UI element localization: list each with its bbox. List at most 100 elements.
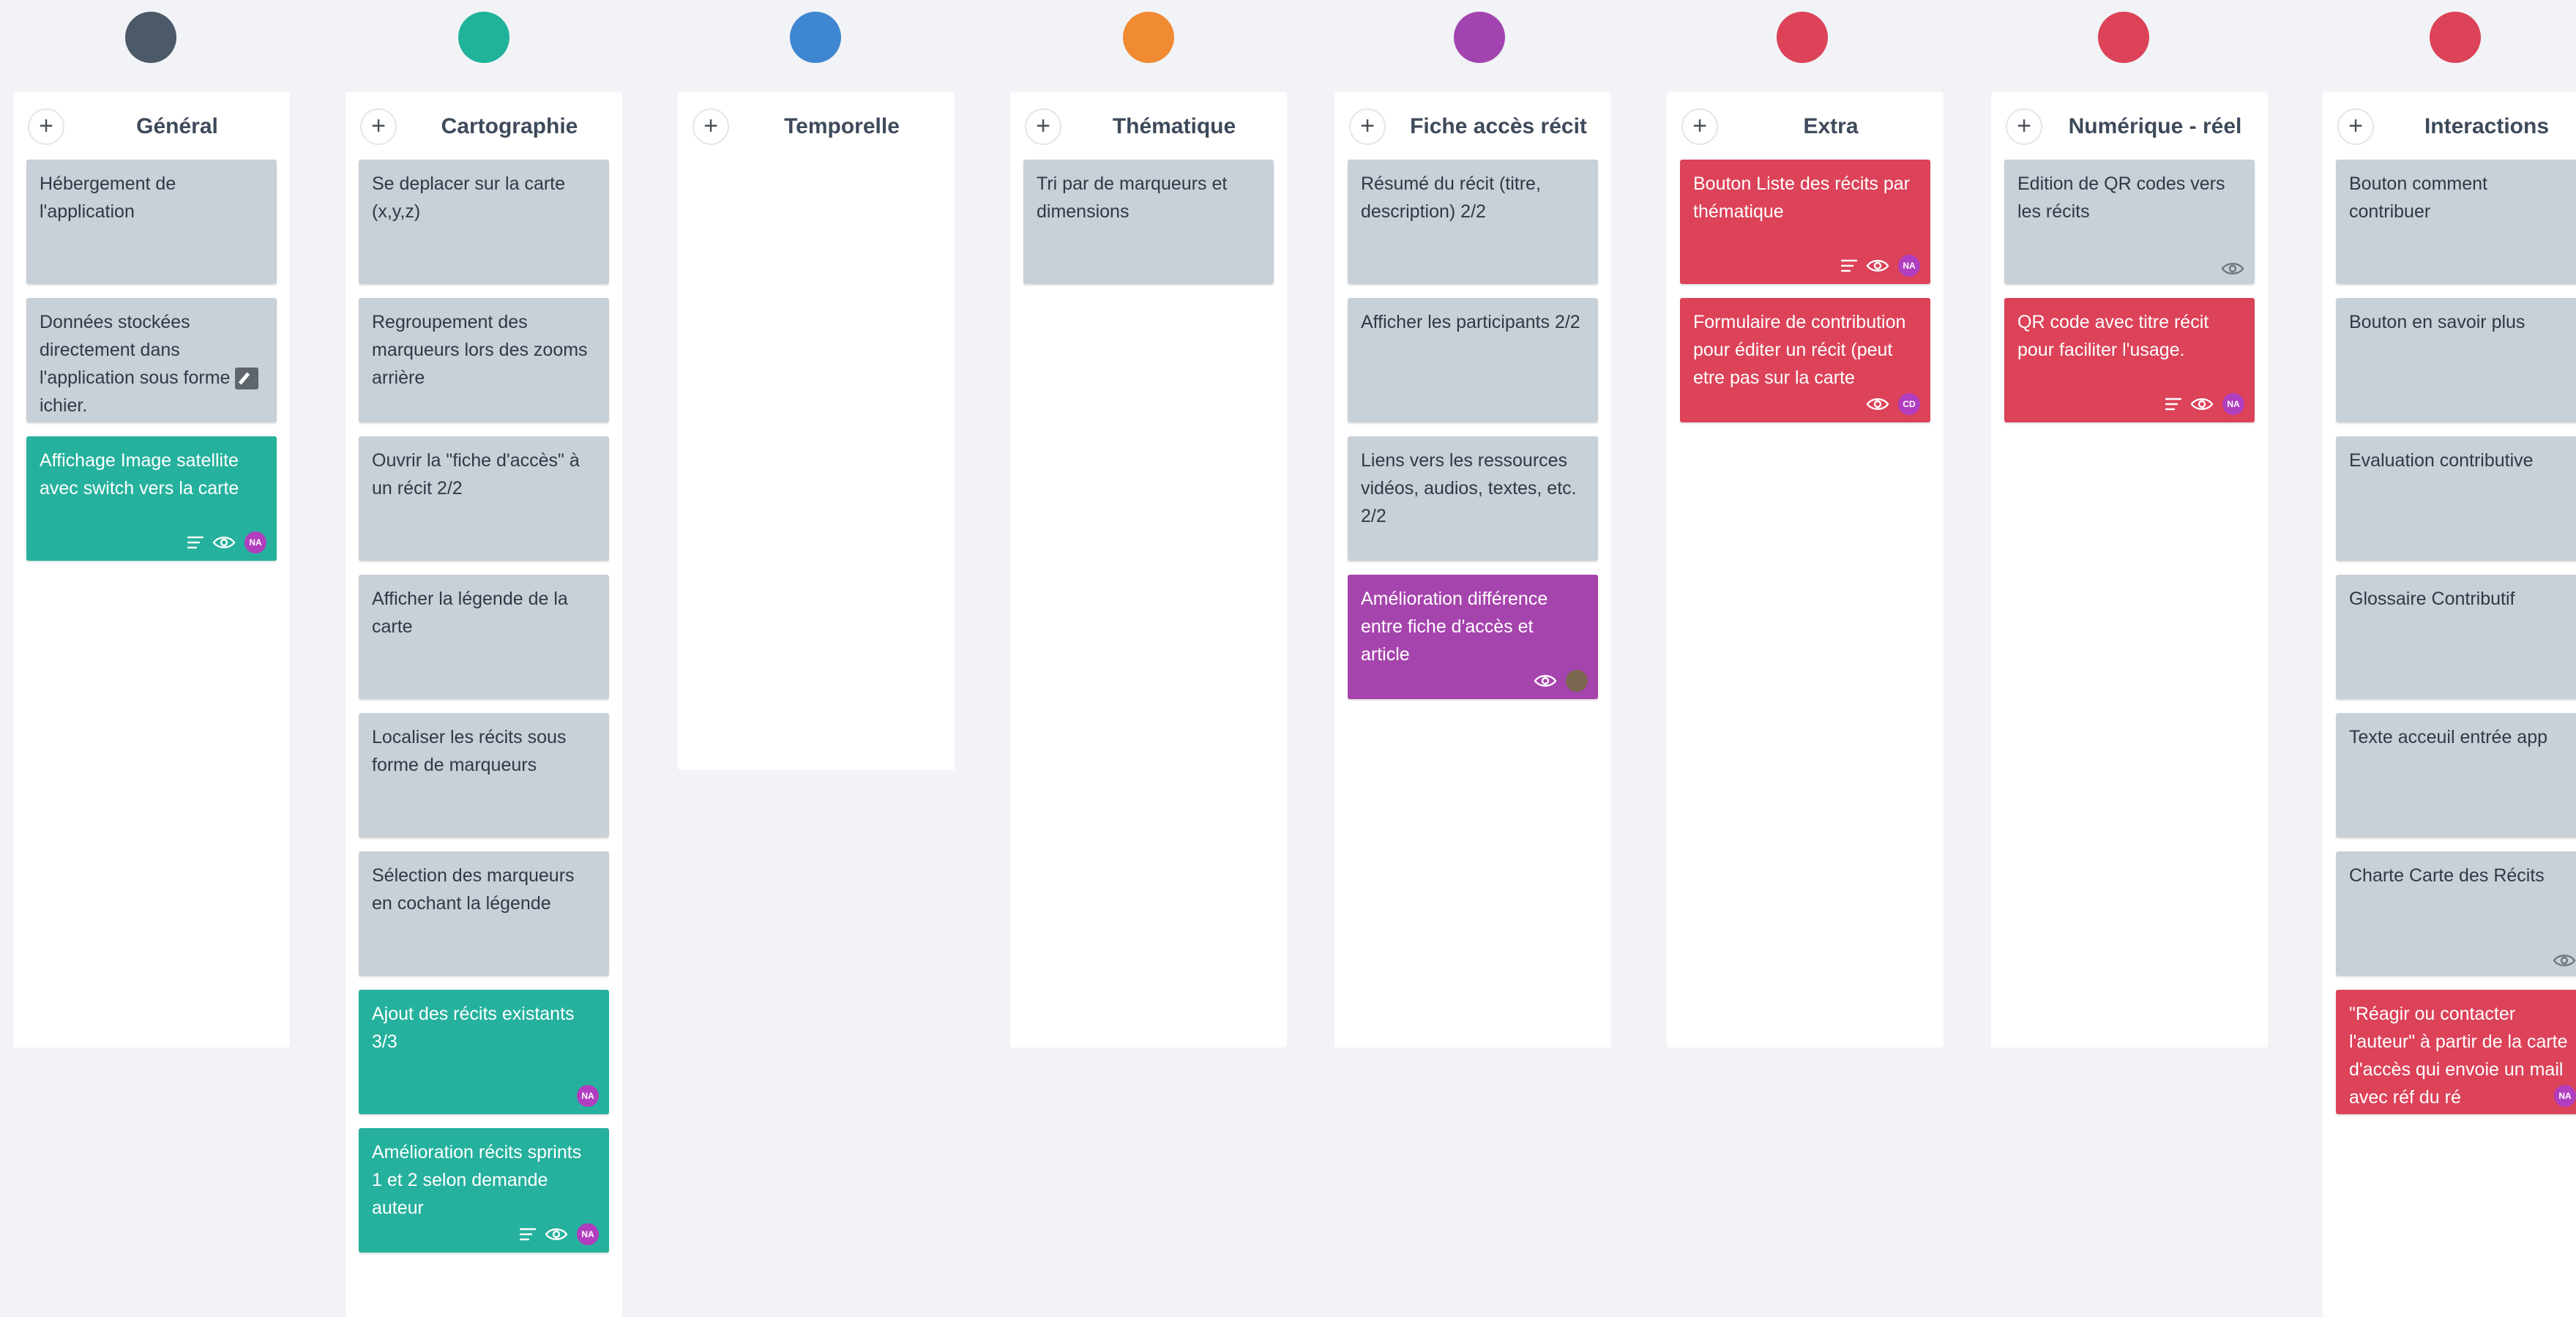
column-color-dot: [1454, 12, 1505, 63]
card[interactable]: Localiser les récits sous forme de marqu…: [359, 713, 609, 837]
column: + Interactions Bouton comment contribuer Bo…: [2323, 92, 2576, 1317]
card-title: Formulaire de contribution pour éditer u…: [1693, 312, 1906, 388]
card[interactable]: "Réagir ou contacter l'auteur" à partir …: [2336, 990, 2576, 1114]
card[interactable]: Hébergement de l'application: [26, 160, 277, 284]
watch-icon: [212, 534, 236, 551]
card[interactable]: Résumé du récit (titre, description) 2/2: [1348, 160, 1598, 284]
card-title: Amélioration récits sprints 1 et 2 selon…: [372, 1142, 582, 1218]
card[interactable]: Sélection des marqueurs en cochant la lé…: [359, 851, 609, 976]
column-header: + Temporelle: [678, 92, 955, 160]
column-header: + Fiche accès récit: [1334, 92, 1611, 160]
card[interactable]: Tri par de marqueurs et dimensions: [1023, 160, 1274, 284]
card-title: Hébergement de l'application: [40, 174, 176, 222]
column-color-dot: [458, 12, 509, 63]
plus-icon: +: [39, 111, 53, 140]
column-title[interactable]: Numérique - réel: [2057, 108, 2253, 145]
member-avatar[interactable]: CD: [1898, 393, 1920, 415]
column: + Extra Bouton Liste des récits par thémat…: [1667, 92, 1944, 1048]
column-title[interactable]: Temporelle: [744, 108, 940, 145]
card-title: Texte acceuil entrée app: [2349, 727, 2548, 747]
card[interactable]: Charte Carte des Récits: [2336, 851, 2576, 976]
add-card-button[interactable]: +: [2337, 108, 2374, 145]
card[interactable]: QR code avec titre récit pour faciliter …: [2004, 298, 2255, 422]
card-title: Bouton comment contribuer: [2349, 174, 2487, 222]
card[interactable]: Amélioration récits sprints 1 et 2 selon…: [359, 1128, 609, 1253]
member-avatar[interactable]: NA: [577, 1223, 599, 1245]
card[interactable]: Ajout des récits existants 3/3 NA: [359, 990, 609, 1114]
column-header: + Numérique - réel: [1991, 92, 2268, 160]
card[interactable]: Ouvrir la "fiche d'accès" à un récit 2/2: [359, 436, 609, 561]
card[interactable]: Bouton en savoir plus: [2336, 298, 2576, 422]
column: + Numérique - réel Edition de QR codes ver…: [1991, 92, 2268, 1048]
card[interactable]: Regroupement des marqueurs lors des zoom…: [359, 298, 609, 422]
card[interactable]: Affichage Image satellite avec switch ve…: [26, 436, 277, 561]
card[interactable]: Se deplacer sur la carte (x,y,z): [359, 160, 609, 284]
column-title[interactable]: Fiche accès récit: [1400, 108, 1597, 145]
column-title[interactable]: Thématique: [1076, 108, 1272, 145]
card-title: Sélection des marqueurs en cochant la lé…: [372, 865, 575, 914]
add-card-button[interactable]: +: [1025, 108, 1061, 145]
card-title: "Réagir ou contacter l'auteur" à partir …: [2349, 1004, 2568, 1108]
add-card-button[interactable]: +: [28, 108, 64, 145]
card[interactable]: Amélioration différence entre fiche d'ac…: [1348, 575, 1598, 699]
card-title: Charte Carte des Récits: [2349, 865, 2545, 886]
card[interactable]: Bouton Liste des récits par thématique NA: [1680, 160, 1930, 284]
card[interactable]: Afficher les participants 2/2: [1348, 298, 1598, 422]
column-header: + Cartographie: [346, 92, 622, 160]
member-avatar[interactable]: NA: [244, 531, 266, 553]
card-title: Tri par de marqueurs et dimensions: [1037, 174, 1228, 222]
card[interactable]: Texte acceuil entrée app: [2336, 713, 2576, 837]
column-title[interactable]: Interactions: [2389, 108, 2576, 145]
column: + Thématique Tri par de marqueurs et dimen…: [1010, 92, 1287, 1048]
add-card-button[interactable]: +: [2006, 108, 2042, 145]
card-badges: CD: [1866, 393, 1920, 415]
card-badges: NA: [520, 1223, 599, 1245]
card-title: Résumé du récit (titre, description) 2/2: [1361, 174, 1541, 222]
card[interactable]: Formulaire de contribution pour éditer u…: [1680, 298, 1930, 422]
card-title: Bouton Liste des récits par thématique: [1693, 174, 1910, 222]
card-badges: NA: [1841, 255, 1920, 277]
member-avatar[interactable]: NA: [577, 1085, 599, 1107]
card-title: Liens vers les ressources vidéos, audios…: [1361, 450, 1577, 526]
card-badges: [1534, 670, 1588, 692]
card[interactable]: Glossaire Contributif: [2336, 575, 2576, 699]
card-title: Données stockées directement dans l'appl…: [40, 308, 264, 419]
card-title: Affichage Image satellite avec switch ve…: [40, 450, 239, 499]
add-card-button[interactable]: +: [692, 108, 729, 145]
member-avatar[interactable]: NA: [2554, 1085, 2576, 1107]
card-title-part: ichier.: [40, 395, 88, 416]
add-card-button[interactable]: +: [1349, 108, 1386, 145]
column-color-dot: [2430, 12, 2481, 63]
member-avatar[interactable]: NA: [2222, 393, 2244, 415]
member-avatar[interactable]: NA: [1898, 255, 1920, 277]
description-icon: [1841, 258, 1857, 273]
card-title: Ajout des récits existants 3/3: [372, 1004, 575, 1052]
column-color-dot: [125, 12, 176, 63]
card[interactable]: Bouton comment contribuer: [2336, 160, 2576, 284]
column: + Fiche accès récit Résumé du récit (titre…: [1334, 92, 1611, 1048]
card-title: Afficher la légende de la carte: [372, 589, 568, 637]
card[interactable]: Edition de QR codes vers les récits: [2004, 160, 2255, 284]
card[interactable]: Liens vers les ressources vidéos, audios…: [1348, 436, 1598, 561]
edit-icon[interactable]: [235, 368, 259, 390]
plus-icon: +: [1036, 111, 1050, 140]
column: + Général Hébergement de l'application Donn…: [13, 92, 290, 1048]
card[interactable]: Afficher la légende de la carte: [359, 575, 609, 699]
add-card-button[interactable]: +: [1681, 108, 1718, 145]
card[interactable]: Données stockées directement dans l'appl…: [26, 298, 277, 422]
column-title[interactable]: Extra: [1733, 108, 1929, 145]
column: + Cartographie Se deplacer sur la carte (x…: [346, 92, 622, 1317]
column: + Temporelle: [678, 92, 955, 770]
column-color-dot: [2098, 12, 2149, 63]
add-card-button[interactable]: +: [360, 108, 397, 145]
watch-icon: [2190, 396, 2214, 412]
card-title: Evaluation contributive: [2349, 450, 2534, 471]
card-title: Ouvrir la "fiche d'accès" à un récit 2/2: [372, 450, 580, 499]
column-header: + Extra: [1667, 92, 1944, 160]
card-title: Glossaire Contributif: [2349, 589, 2515, 609]
card[interactable]: Evaluation contributive: [2336, 436, 2576, 561]
column-title[interactable]: Cartographie: [411, 108, 608, 145]
watch-icon: [2553, 952, 2576, 969]
member-avatar-photo[interactable]: [1566, 670, 1588, 692]
column-title[interactable]: Général: [79, 108, 275, 145]
